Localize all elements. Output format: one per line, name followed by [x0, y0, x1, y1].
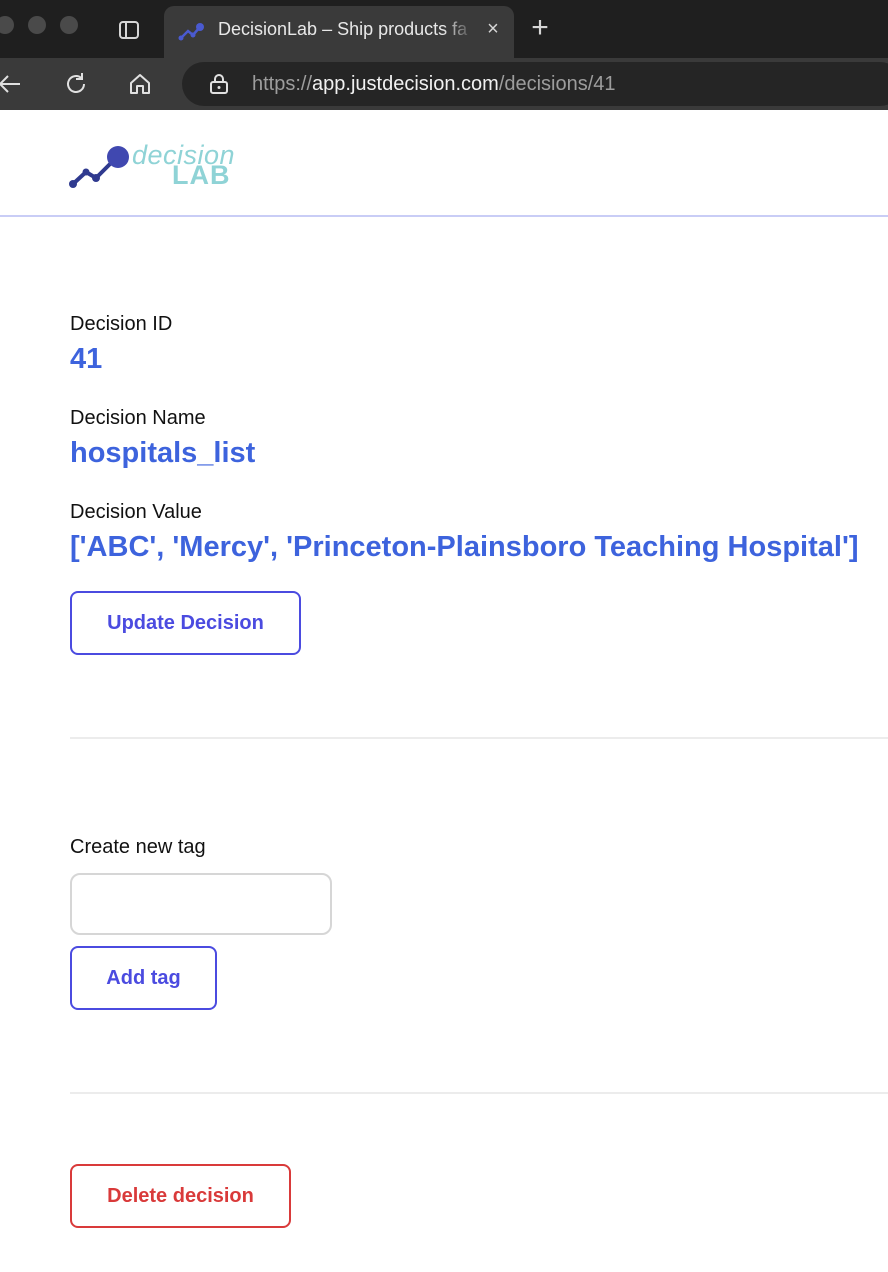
logo-text-bottom: LAB — [172, 160, 231, 190]
browser-toolbar: https://app.justdecision.com/decisions/4… — [0, 58, 888, 110]
address-bar[interactable]: https://app.justdecision.com/decisions/4… — [182, 62, 888, 106]
new-tab-icon[interactable]: + — [528, 13, 552, 43]
window-minimize-dot[interactable] — [28, 16, 46, 34]
logo-graph-icon — [69, 146, 129, 188]
reload-icon[interactable] — [62, 70, 90, 98]
decision-name-label: Decision Name — [70, 407, 206, 429]
site-header: decision LAB — [0, 110, 888, 217]
url-scheme: https:// — [252, 73, 313, 95]
decision-value-value: ['ABC', 'Mercy', 'Princeton-Plainsboro T… — [70, 531, 859, 563]
delete-decision-button[interactable]: Delete decision — [70, 1164, 291, 1228]
decision-name-value: hospitals_list — [70, 437, 256, 469]
decisionlab-logo[interactable]: decision LAB — [68, 140, 238, 190]
url-host: app.justdecision.com — [312, 73, 499, 95]
decision-id-label: Decision ID — [70, 313, 173, 335]
favicon — [178, 20, 206, 42]
section-divider — [70, 737, 888, 739]
update-decision-button[interactable]: Update Decision — [70, 591, 301, 655]
url-text: https://app.justdecision.com/decisions/4… — [252, 73, 616, 96]
close-icon[interactable]: × — [482, 18, 504, 40]
home-icon[interactable] — [126, 70, 154, 98]
tab-title: DecisionLab – Ship products fa — [218, 19, 468, 39]
window-close-dot[interactable] — [0, 16, 14, 34]
browser-tab-bar: DecisionLab – Ship products fa × + — [0, 0, 888, 58]
window-zoom-dot[interactable] — [60, 16, 78, 34]
create-tag-label: Create new tag — [70, 836, 206, 858]
decision-value-label: Decision Value — [70, 501, 202, 523]
decision-id-value: 41 — [70, 343, 103, 375]
add-tag-button[interactable]: Add tag — [70, 946, 217, 1010]
back-icon[interactable] — [0, 70, 24, 98]
section-divider — [70, 1092, 888, 1094]
lock-icon[interactable] — [208, 73, 230, 95]
tag-name-input[interactable] — [70, 873, 332, 935]
tab-active[interactable]: DecisionLab – Ship products fa × — [164, 6, 514, 58]
tab-overview-icon[interactable] — [118, 19, 140, 41]
url-path: /decisions/41 — [498, 73, 616, 95]
